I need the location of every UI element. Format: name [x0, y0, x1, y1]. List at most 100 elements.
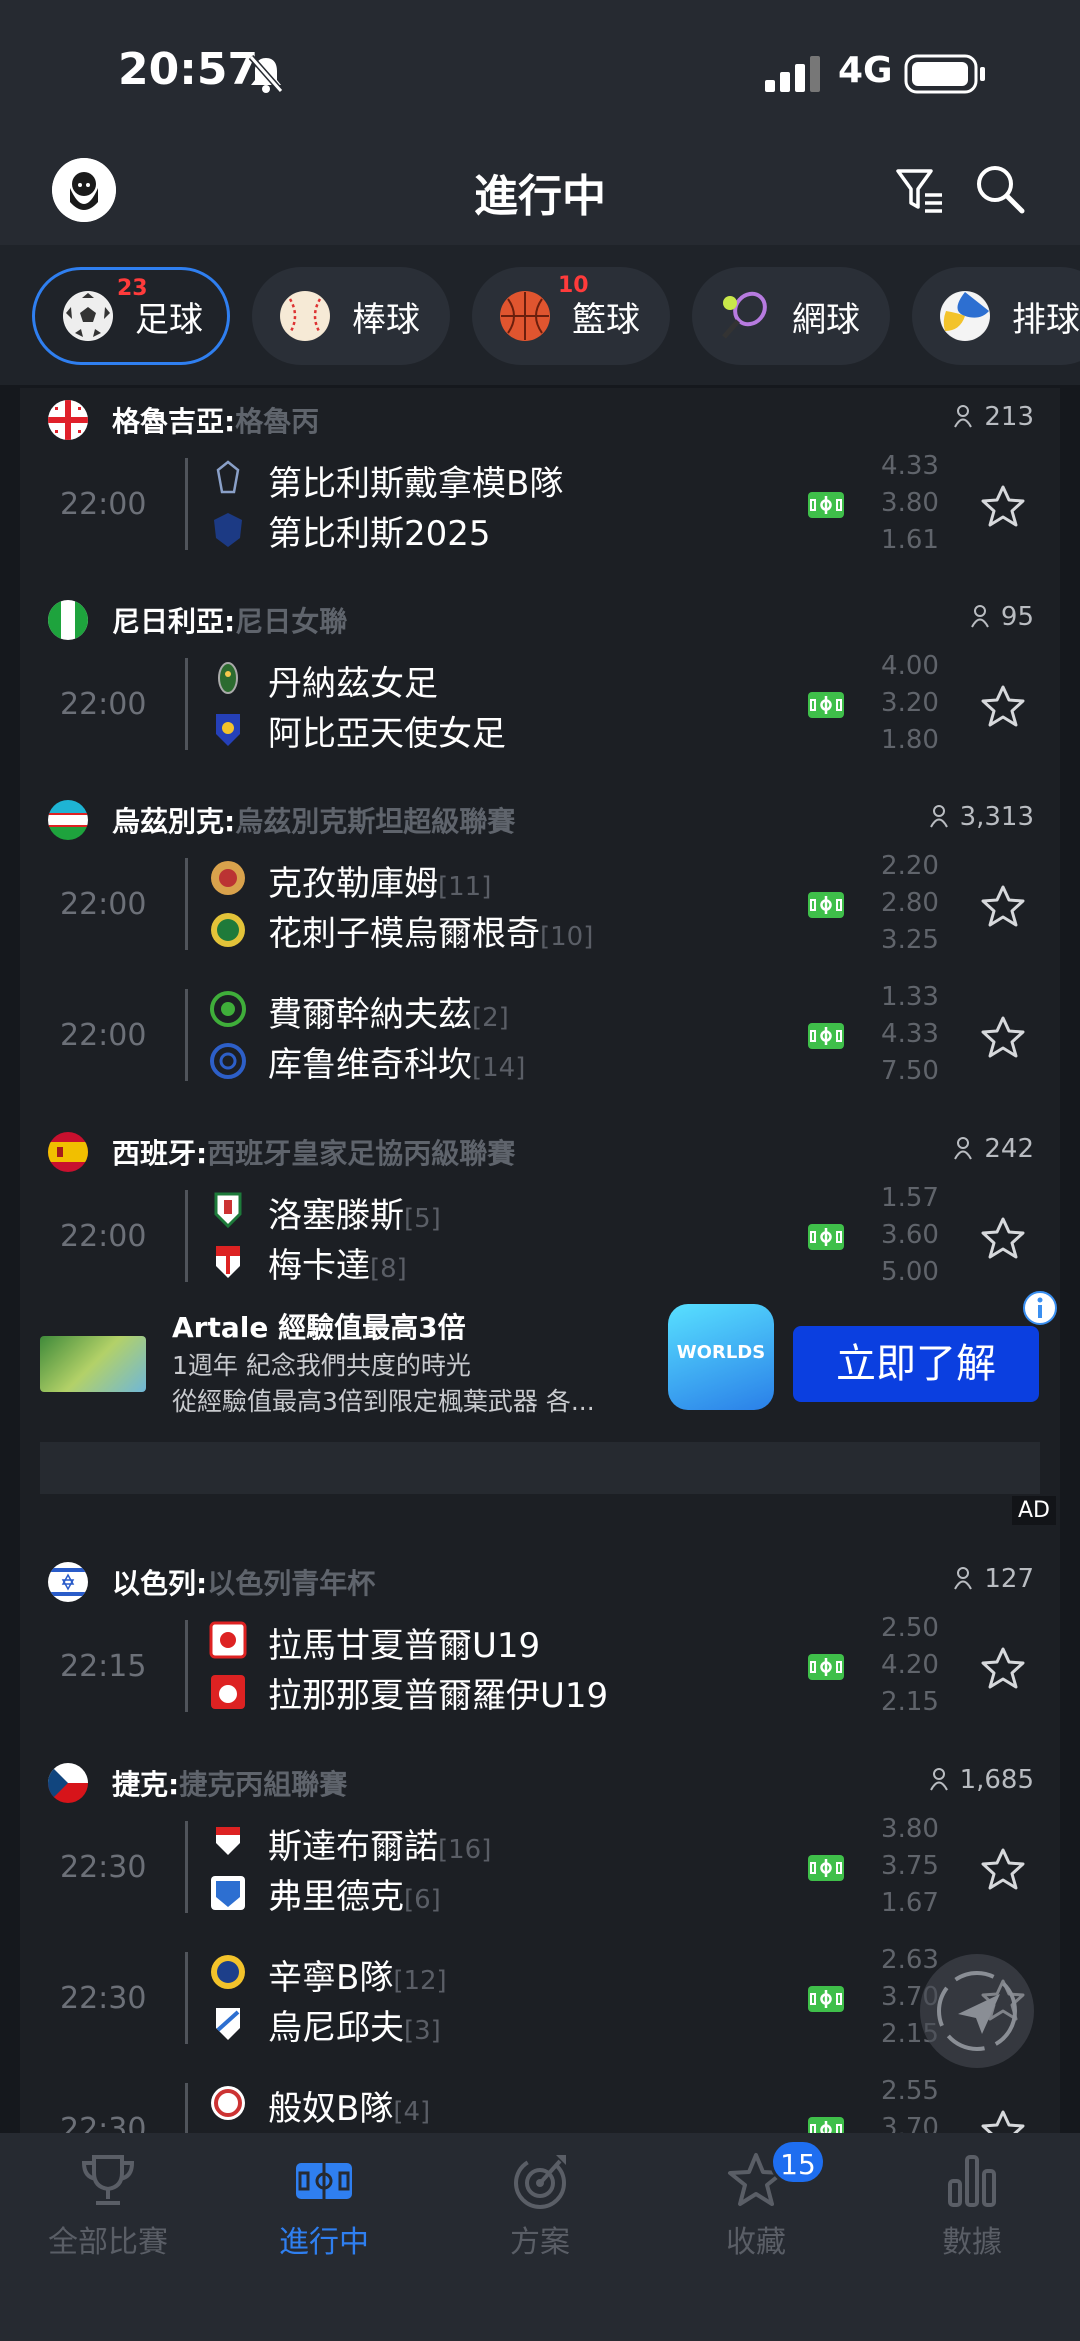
team-logo-icon	[214, 1192, 242, 1229]
odds-draw: 4.33	[881, 1019, 939, 1049]
floating-action-button[interactable]	[920, 1954, 1034, 2068]
ad-thumbnail[interactable]	[40, 1336, 146, 1392]
home-team: 費爾幹納夫茲[2]	[268, 987, 509, 1036]
info-icon[interactable]	[1022, 1290, 1058, 1326]
nav-stats[interactable]: 數據	[864, 2151, 1080, 2261]
team-logo-icon	[209, 1621, 247, 1659]
live-field-icon	[808, 1023, 844, 1049]
favorite-star-icon[interactable]	[980, 1646, 1026, 1690]
match-row[interactable]: 22:15 拉馬甘夏普爾U19 拉那那夏普爾羅伊U19 2.50 4.20 2.15	[20, 1602, 1060, 1732]
league-title: 捷克:捷克丙組聯賽	[112, 1763, 347, 1803]
basketball-icon	[500, 291, 550, 341]
viewer-count-value: 1,685	[959, 1765, 1034, 1795]
away-team-name: 烏尼邱夫	[268, 2008, 404, 2048]
target-icon	[514, 2155, 566, 2209]
bottom-nav: 全部比賽 進行中 方案 15 收藏 數據	[0, 2133, 1080, 2341]
away-team-name: 梅卡達	[268, 1246, 370, 1286]
home-team-name: 般奴B隊	[268, 2089, 394, 2129]
match-time: 22:30	[60, 1981, 147, 2016]
search-icon[interactable]	[974, 163, 1026, 215]
divider	[185, 1821, 188, 1913]
viewer-count: 3,313	[929, 802, 1034, 832]
away-team-name: 阿比亞天使女足	[268, 714, 506, 754]
tab-tennis[interactable]: 網球	[692, 267, 890, 365]
away-team-rank: [8]	[370, 1254, 407, 1284]
match-row[interactable]: 22:00 克孜勒庫姆[11] 花刺子模烏爾根奇[10] 2.20 2.80 3.2…	[20, 840, 1060, 970]
favorite-star-icon[interactable]	[980, 1015, 1026, 1059]
team-logo-icon	[210, 991, 246, 1027]
live-field-icon	[296, 2163, 352, 2199]
divider	[185, 458, 188, 550]
sport-tabs: 23 足球 棒球 10 籃球 網球 排球	[0, 245, 1080, 385]
league-title: 西班牙:西班牙皇家足協丙級聯賽	[112, 1132, 515, 1172]
away-team-name: 弗里德克	[268, 1877, 404, 1917]
live-field-icon	[808, 892, 844, 918]
nav-live[interactable]: 進行中	[216, 2151, 432, 2261]
home-team: 辛寧B隊[12]	[268, 1950, 447, 1999]
filter-icon[interactable]	[895, 165, 945, 215]
favorite-star-icon[interactable]	[980, 684, 1026, 728]
ad-banner[interactable]: Artale 經驗值最高3倍 1週年 紀念我們共度的時光 從經驗值最高3倍到限定…	[20, 1288, 1060, 1548]
home-team: 洛塞滕斯[5]	[268, 1188, 441, 1237]
favorite-star-icon[interactable]	[980, 484, 1026, 528]
nav-label: 數據	[942, 2225, 1002, 2260]
match-row[interactable]: 22:00 第比利斯戴拿模B隊 第比利斯2025 4.33 3.80 1.61	[20, 440, 1060, 570]
home-team: 般奴B隊[4]	[268, 2081, 430, 2130]
match-row[interactable]: 22:30 般奴B隊[4] 2.55 3.70	[20, 2065, 1060, 2133]
league-country: 以色列:	[112, 1567, 208, 1600]
top-bar: 20:57 4G 進行中	[0, 0, 1080, 245]
odds-home: 2.55	[881, 2076, 939, 2106]
divider	[185, 1620, 188, 1712]
favorite-star-icon[interactable]	[980, 1847, 1026, 1891]
ad-app-icon[interactable]: WORLDS	[668, 1304, 774, 1410]
nav-all-matches[interactable]: 全部比賽	[0, 2151, 216, 2261]
tab-count: 10	[558, 273, 589, 298]
favorite-star-icon[interactable]	[980, 1216, 1026, 1260]
favorite-star-icon[interactable]	[980, 2109, 1026, 2133]
tab-baseball[interactable]: 棒球	[252, 267, 450, 365]
match-row[interactable]: 22:00 費爾幹納夫茲[2] 库鲁维奇科坎[14] 1.33 4.33 7.50	[20, 971, 1060, 1101]
league-name: 烏茲別克斯坦超級聯賽	[235, 805, 516, 838]
odds: 2.20 2.80 3.25	[870, 848, 950, 959]
team-logo-icon	[211, 1876, 245, 1910]
home-team-rank: [5]	[404, 1204, 441, 1234]
nigeria-flag-icon	[48, 600, 88, 640]
match-row[interactable]: 22:00 洛塞滕斯[5] 梅卡達[8] 1.57 3.60 5.00	[20, 1172, 1060, 1302]
bar-chart-icon	[948, 2155, 996, 2207]
tab-basketball[interactable]: 10 籃球	[472, 267, 670, 365]
odds-draw: 3.75	[881, 1851, 939, 1881]
away-team: 花刺子模烏爾根奇[10]	[268, 906, 593, 955]
odds-home: 3.80	[881, 1814, 939, 1844]
match-row[interactable]: 22:30 辛寧B隊[12] 烏尼邱夫[3] 2.63 3.70 2.15	[20, 1934, 1060, 2064]
team-logo-icon	[214, 513, 242, 547]
odds-draw: 3.20	[881, 688, 939, 718]
georgia-flag-icon	[48, 400, 88, 440]
league-title: 烏茲別克:烏茲別克斯坦超級聯賽	[112, 800, 515, 840]
league-name: 捷克丙組聯賽	[179, 1768, 348, 1801]
away-team-rank: [3]	[404, 2016, 441, 2046]
nav-label: 收藏	[726, 2225, 786, 2260]
ad-title: Artale 經驗值最高3倍	[172, 1311, 466, 1344]
odds: 1.57 3.60 5.00	[870, 1180, 950, 1291]
tab-football[interactable]: 23 足球	[32, 267, 230, 365]
battery-icon	[904, 54, 985, 94]
favorite-star-icon[interactable]	[980, 884, 1026, 928]
tab-volleyball[interactable]: 排球	[912, 267, 1080, 365]
tab-count: 23	[117, 276, 148, 301]
person-icon	[929, 805, 948, 828]
home-team-rank: [4]	[393, 2097, 431, 2127]
home-team-rank: [2]	[472, 1003, 509, 1033]
league-title: 尼日利亞:尼日女聯	[112, 600, 347, 640]
odds: 1.33 4.33 7.50	[870, 979, 950, 1090]
away-team: 阿比亞天使女足	[268, 706, 506, 755]
ad-cta-button[interactable]: 立即了解	[793, 1326, 1039, 1402]
match-row[interactable]: 22:30 斯達布爾諾[16] 弗里德克[6] 3.80 3.75 1.67	[20, 1803, 1060, 1933]
match-row[interactable]: 22:00 丹納茲女足 阿比亞天使女足 4.00 3.20 1.80	[20, 640, 1060, 770]
ad-text: 從經驗值最高3倍到限定楓葉武器 各...	[172, 1387, 595, 1416]
nav-label: 進行中	[279, 2225, 369, 2260]
live-field-icon	[808, 2117, 844, 2133]
nav-plans[interactable]: 方案	[432, 2151, 648, 2261]
baseball-icon	[280, 291, 330, 341]
nav-favorites[interactable]: 15 收藏	[648, 2139, 864, 2261]
odds-draw: 3.60	[881, 1220, 939, 1250]
